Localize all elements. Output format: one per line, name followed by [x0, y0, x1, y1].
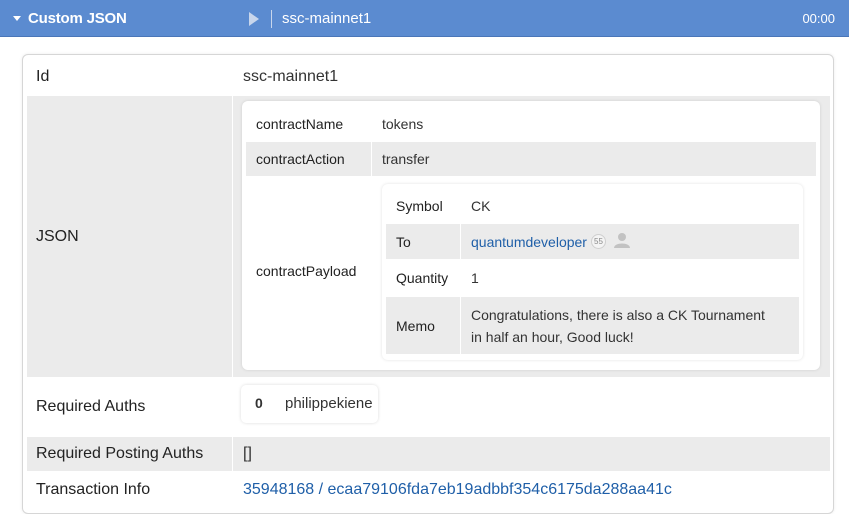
payload-row-quantity: Quantity 1: [386, 260, 799, 296]
row-transaction-info: Transaction Info 35948168 / ecaa79106fda…: [27, 472, 830, 508]
payload-row-symbol: Symbol CK: [386, 188, 799, 223]
payload-table: Symbol CK To quantumdeveloper 55 Quantit…: [382, 184, 803, 360]
reputation-badge: 55: [590, 234, 606, 249]
user-avatar-icon[interactable]: [613, 232, 630, 251]
row-label: Required Posting Auths: [27, 437, 232, 471]
payload-value: CK: [471, 197, 491, 214]
json-row-contract-name: contractName tokens: [246, 107, 816, 141]
auth-account[interactable]: philippekiene: [285, 395, 373, 412]
json-key: contractName: [256, 116, 344, 132]
memo-text: Congratulations, there is also a CK Tour…: [471, 306, 765, 345]
recipient-account-link[interactable]: quantumdeveloper: [471, 234, 587, 250]
auth-index: 0: [255, 395, 263, 411]
operation-header[interactable]: Custom JSON ssc-mainnet1 00:00: [0, 0, 849, 37]
json-key: contractPayload: [256, 262, 357, 279]
payload-key: Symbol: [396, 197, 443, 214]
payload-row-memo: Memo Congratulations, there is also a CK…: [386, 297, 799, 354]
row-label: Required Auths: [36, 398, 146, 415]
timestamp: 00:00: [802, 11, 835, 26]
tx-separator: /: [314, 481, 328, 498]
header-separator: [271, 10, 272, 28]
payload-key: Quantity: [396, 270, 449, 286]
row-label: Transaction Info: [36, 481, 151, 498]
auths-table: 0 philippekiene: [241, 385, 378, 423]
row-required-posting-auths: Required Posting Auths []: [27, 437, 830, 471]
json-key: contractAction: [246, 142, 371, 176]
payload-value: 1: [471, 270, 479, 286]
payload-row-to: To quantumdeveloper 55: [386, 224, 799, 259]
caret-down-icon[interactable]: [13, 16, 21, 21]
json-value: Symbol CK To quantumdeveloper 55 Quantit…: [372, 177, 816, 364]
block-number-link[interactable]: 35948168: [243, 481, 314, 499]
row-value: 0 philippekiene: [233, 378, 830, 436]
row-label: Id: [36, 68, 50, 85]
row-required-auths: Required Auths 0 philippekiene: [27, 378, 830, 436]
payload-key: To: [386, 224, 460, 259]
row-id: Id ssc-mainnet1: [27, 59, 830, 95]
row-value: contractName tokens contractAction trans…: [233, 96, 830, 377]
row-label: JSON: [27, 96, 232, 377]
payload-value: quantumdeveloper 55: [461, 224, 799, 259]
json-table: contractName tokens contractAction trans…: [242, 101, 820, 370]
json-value: tokens: [382, 116, 424, 132]
transaction-id-link[interactable]: ecaa79106fda7eb19adbbf354c6175da288aa41c: [328, 481, 672, 499]
payload-key: Memo: [386, 297, 460, 354]
json-row-contract-payload: contractPayload Symbol CK To quantumdeve…: [246, 177, 816, 364]
row-value: 35948168 / ecaa79106fda7eb19adbbf354c617…: [233, 472, 830, 508]
operation-id: ssc-mainnet1: [282, 10, 372, 27]
row-value: ssc-mainnet1: [243, 68, 339, 85]
operation-details-card: Id ssc-mainnet1 JSON contractName tokens…: [22, 54, 834, 514]
play-icon[interactable]: [249, 12, 259, 26]
json-value: transfer: [372, 142, 816, 176]
operation-title: Custom JSON: [28, 10, 127, 27]
row-json: JSON contractName tokens contractAction …: [27, 96, 830, 377]
row-value: []: [233, 437, 830, 471]
payload-value: Congratulations, there is also a CK Tour…: [461, 297, 799, 354]
json-row-contract-action: contractAction transfer: [246, 142, 816, 176]
